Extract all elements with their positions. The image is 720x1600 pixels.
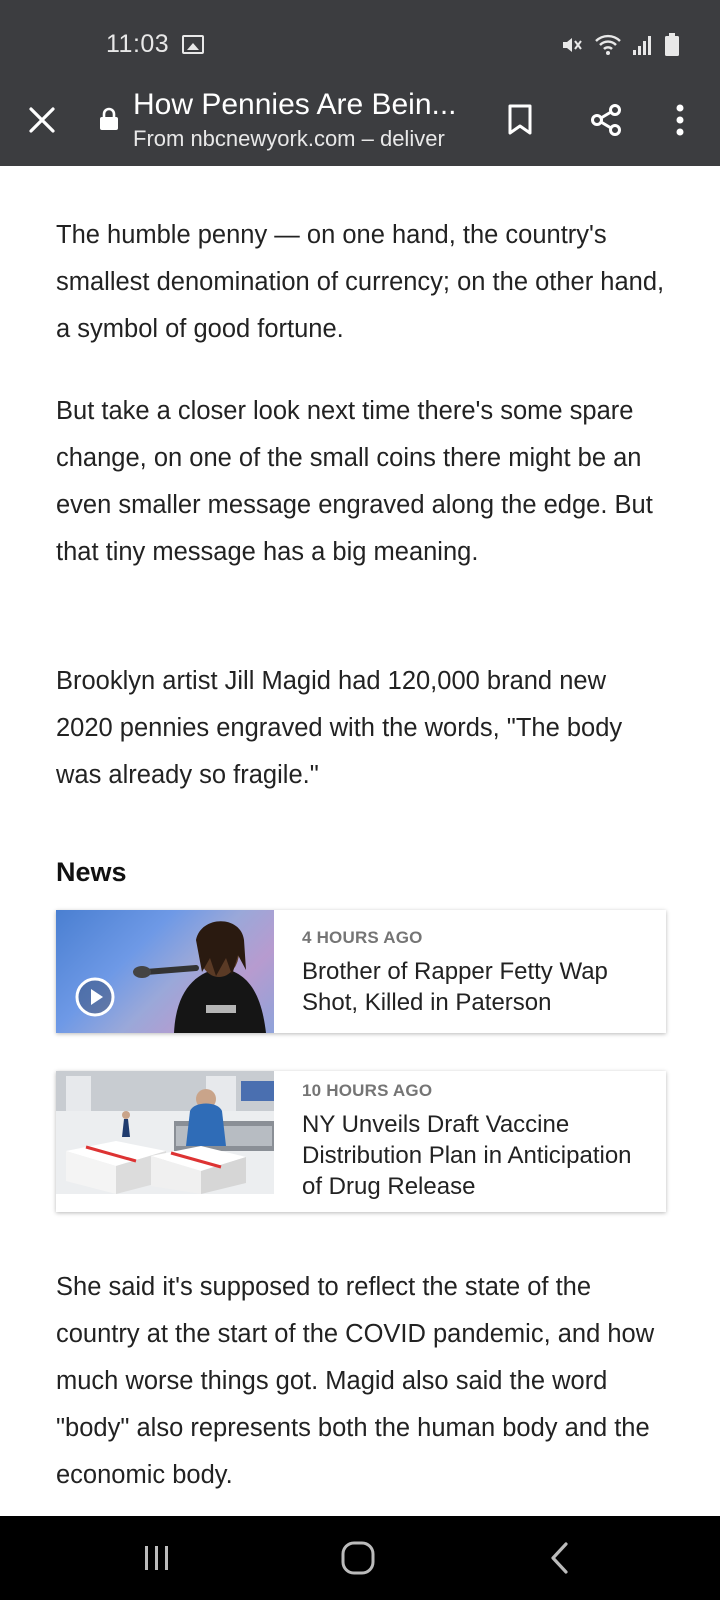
article-paragraph: She said it's supposed to reflect the st… <box>56 1273 655 1489</box>
article-paragraph: The humble penny — on one hand, the coun… <box>56 221 665 343</box>
mute-icon <box>563 38 582 52</box>
wifi-icon <box>595 34 621 55</box>
more-vert-icon <box>676 104 684 136</box>
recent-apps-button[interactable] <box>127 1536 187 1580</box>
news-card[interactable]: 4 HOURS AGO Brother of Rapper Fetty Wap … <box>56 910 666 1033</box>
news-title[interactable]: Brother of Rapper Fetty Wap Shot, Killed… <box>302 956 646 1018</box>
share-button[interactable] <box>584 98 628 142</box>
news-card-text[interactable]: 10 HOURS AGO NY Unveils Draft Vaccine Di… <box>274 1071 666 1212</box>
close-icon <box>29 107 55 133</box>
back-icon <box>551 1542 568 1574</box>
home-button[interactable] <box>328 1536 388 1580</box>
article-paragraph: Brooklyn artist Jill Magid had 120,000 b… <box>56 667 623 789</box>
play-icon[interactable] <box>74 976 116 1018</box>
lock-icon <box>100 107 118 130</box>
system-nav-bar <box>0 1516 720 1600</box>
recent-apps-icon <box>145 1546 168 1570</box>
vaccine-facility-photo <box>56 1071 274 1194</box>
article-paragraph: But take a closer look next time there's… <box>56 397 653 566</box>
page-url[interactable]: From nbcnewyork.com – deliver <box>133 126 445 152</box>
share-icon <box>591 104 621 136</box>
status-time: 11:03 <box>106 30 170 58</box>
news-time: 4 HOURS AGO <box>302 928 423 947</box>
news-time: 10 HOURS AGO <box>302 1081 433 1100</box>
image-icon <box>182 35 204 54</box>
back-button[interactable] <box>530 1536 590 1580</box>
news-card[interactable]: 10 HOURS AGO NY Unveils Draft Vaccine Di… <box>56 1071 666 1212</box>
news-thumbnail[interactable] <box>56 1071 274 1194</box>
signal-icon <box>633 36 651 55</box>
system-icons <box>560 33 680 57</box>
page-title[interactable]: How Pennies Are Bein... <box>133 88 457 122</box>
more-options-button[interactable] <box>664 98 696 142</box>
news-card-text[interactable]: 4 HOURS AGO Brother of Rapper Fetty Wap … <box>274 910 666 1033</box>
news-thumbnail[interactable] <box>56 910 274 1033</box>
bookmark-button[interactable] <box>500 98 540 142</box>
news-heading: News <box>56 857 127 887</box>
home-icon <box>341 1541 375 1575</box>
close-button[interactable] <box>22 100 62 140</box>
custom-tab-toolbar: How Pennies Are Bein... From nbcnewyork.… <box>0 84 720 166</box>
bookmark-icon <box>508 104 532 135</box>
battery-icon <box>665 33 679 56</box>
status-bar: 11:03 <box>0 0 720 84</box>
news-title[interactable]: NY Unveils Draft Vaccine Distribution Pl… <box>302 1109 646 1202</box>
